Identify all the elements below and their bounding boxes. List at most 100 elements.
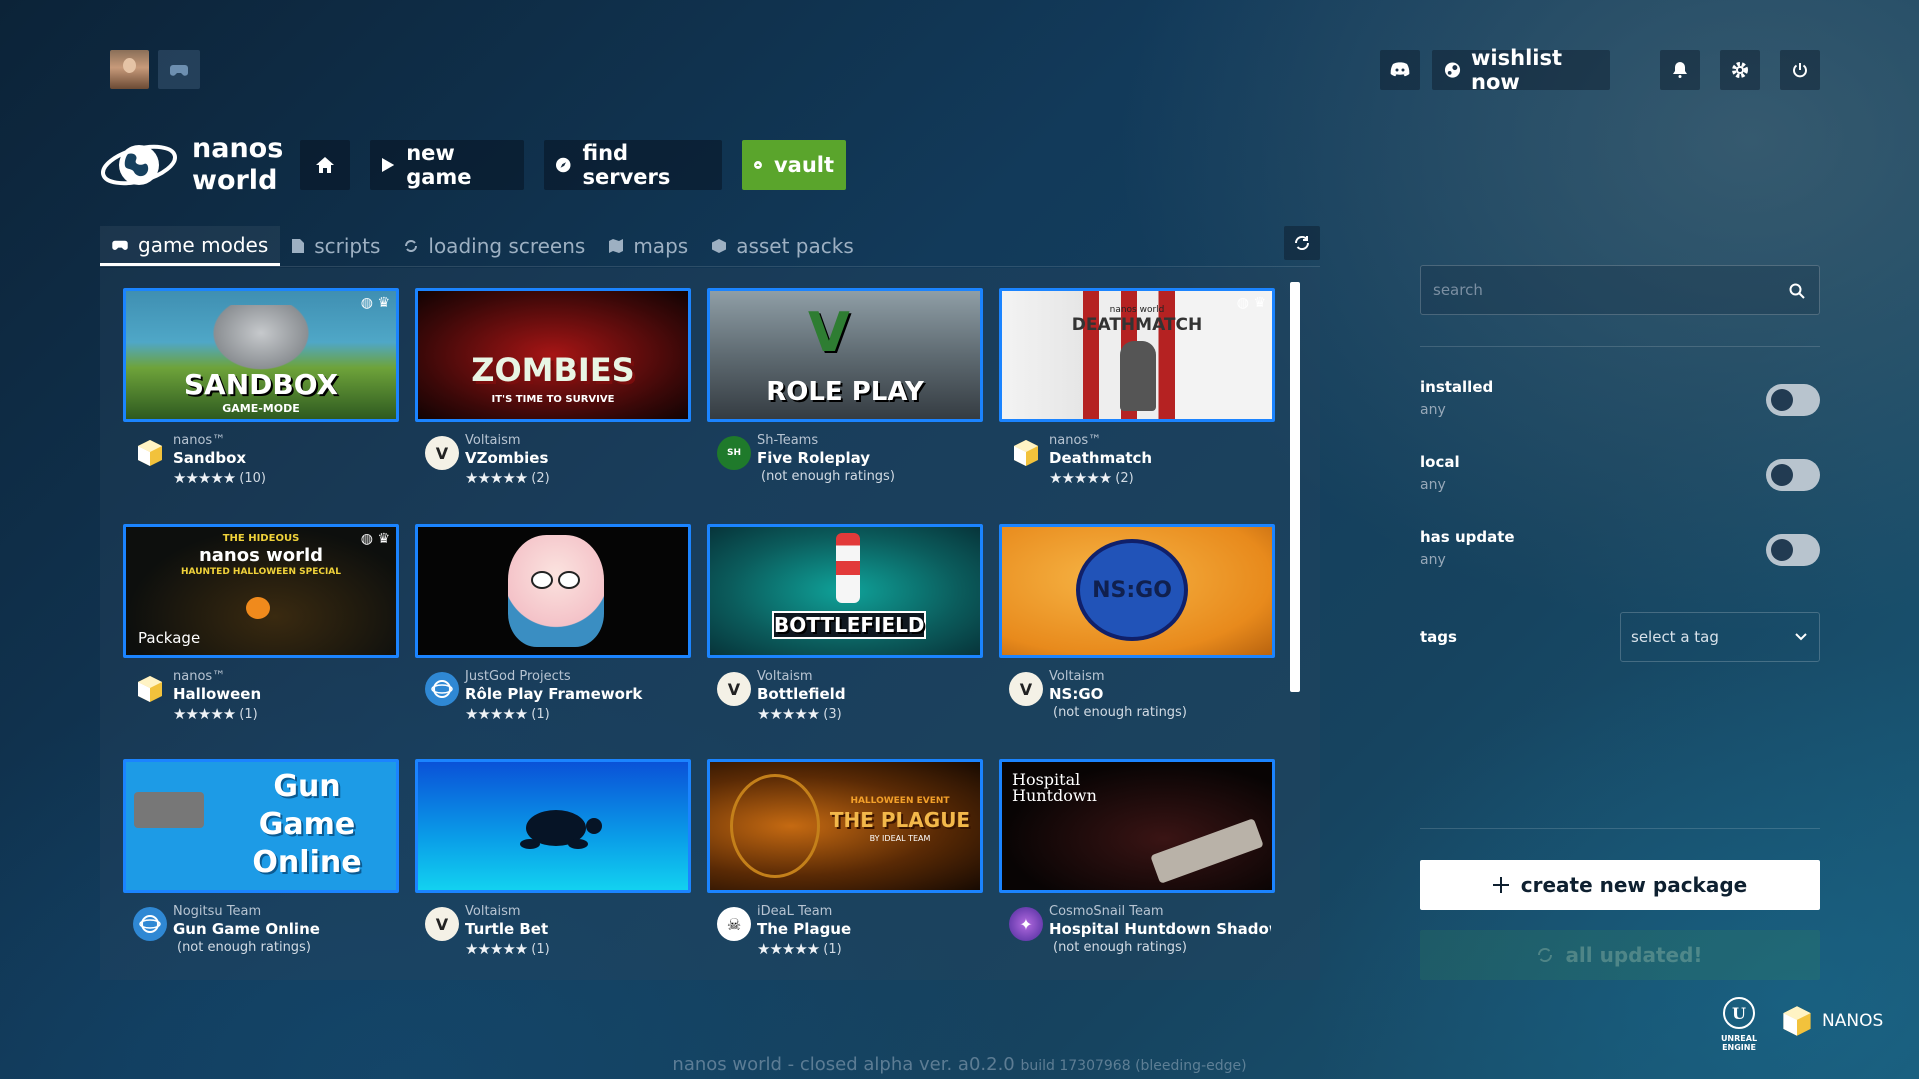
filter-installed-toggle[interactable]: [1766, 384, 1820, 416]
package-author: Voltaism: [1049, 669, 1105, 684]
rating-count: (1): [531, 706, 550, 722]
filter-has-update-toggle[interactable]: [1766, 534, 1820, 566]
globe-logo-icon: [101, 144, 177, 186]
package-rating: (not enough ratings): [757, 469, 895, 484]
tab-asset-packs[interactable]: asset packs: [700, 226, 866, 266]
sync-icon: [1538, 947, 1553, 963]
rating-count: (2): [531, 470, 550, 486]
thumb-title: Hospital Huntdown: [1012, 770, 1097, 805]
create-package-button[interactable]: create new package: [1420, 860, 1820, 910]
search-input[interactable]: [1431, 280, 1775, 300]
justgod-avatar-icon: [425, 672, 459, 706]
package-meta: V Voltaism NS:GO (not enough ratings): [999, 666, 1275, 726]
rating-stars: ★★★★★: [173, 705, 236, 723]
voltaism-avatar-icon: V: [425, 436, 459, 470]
rating-count: (10): [239, 470, 266, 486]
thumb-title: nanos world: [198, 545, 324, 566]
mirror-frame-figure: [730, 774, 820, 878]
package-thumbnail: ◍ ♛ nanos world DEATHMATCH: [999, 288, 1275, 422]
filter-local-value: any: [1420, 477, 1446, 493]
brand-line-2: world: [192, 165, 278, 196]
find-servers-label: find servers: [582, 141, 671, 189]
tab-label: maps: [633, 234, 689, 258]
tag-select[interactable]: select a tag: [1620, 612, 1820, 662]
new-game-label: new game: [406, 141, 472, 189]
all-updated-button[interactable]: all updated!: [1420, 930, 1820, 980]
package-author: nanos™: [173, 433, 226, 448]
thumb-subtitle: GAME-MODE: [222, 402, 300, 415]
filter-local-toggle[interactable]: [1766, 459, 1820, 491]
nanos-label: NANOS: [1822, 1011, 1884, 1031]
package-author: Voltaism: [465, 904, 521, 919]
vault-icon: [754, 161, 762, 169]
package-rating: (not enough ratings): [1049, 705, 1187, 720]
vault-button[interactable]: vault: [742, 140, 846, 190]
package-card[interactable]: ◍ ♛ SANDBOX GAME-MODE nanos™ Sandbox ★★★…: [123, 288, 399, 490]
thumb-small-text: HALLOWEEN EVENT: [850, 796, 950, 806]
package-author: iDeaL Team: [757, 904, 833, 919]
discord-icon: [1390, 62, 1410, 77]
search-icon[interactable]: [1789, 283, 1805, 299]
grid-scrollbar[interactable]: [1290, 282, 1300, 692]
package-card[interactable]: Hospital Huntdown ✦ CosmoSnail Team Hosp…: [999, 759, 1275, 961]
package-card[interactable]: JustGod Projects Rôle Play Framework ★★★…: [415, 524, 691, 726]
package-author: Sh-Teams: [757, 433, 819, 448]
notifications-button[interactable]: [1660, 50, 1700, 90]
user-avatar[interactable]: [110, 50, 149, 89]
find-servers-button[interactable]: find servers: [544, 140, 722, 190]
package-card[interactable]: Gun Game Online Nogitsu Team Gun Game On…: [123, 759, 399, 961]
new-game-button[interactable]: new game: [370, 140, 524, 190]
tab-game-modes[interactable]: game modes: [100, 226, 281, 266]
version-text: nanos world - closed alpha ver. a0.2.0: [672, 1054, 1015, 1075]
divider: [1420, 828, 1820, 829]
package-card[interactable]: V Voltaism Turtle Bet ★★★★★ (1): [415, 759, 691, 961]
package-meta: nanos™ Halloween ★★★★★ (1): [123, 666, 399, 726]
wishlist-button[interactable]: wishlist now: [1432, 46, 1610, 94]
controller-button[interactable]: [158, 50, 200, 89]
tab-loading-screens[interactable]: loading screens: [392, 226, 597, 266]
package-thumbnail: NS:GO: [999, 524, 1275, 658]
power-button[interactable]: [1780, 50, 1820, 90]
nanos-cube-icon: [1783, 1006, 1811, 1036]
package-name: VZombies: [465, 449, 549, 467]
package-rating: ★★★★★ (1): [173, 705, 258, 723]
package-name: Bottlefield: [757, 685, 846, 703]
thumb-package-text: Package: [138, 629, 201, 647]
package-name: Five Roleplay: [757, 449, 871, 467]
tab-maps[interactable]: maps: [597, 226, 700, 266]
package-rating: ★★★★★ (1): [465, 705, 550, 723]
package-card[interactable]: ◍ ♛ THE HIDEOUS nanos world HAUNTED HALL…: [123, 524, 399, 726]
package-name: Rôle Play Framework: [465, 685, 643, 703]
play-icon: [382, 158, 395, 172]
package-card[interactable]: NS:GO V Voltaism NS:GO (not enough ratin…: [999, 524, 1275, 726]
divider: [1420, 346, 1820, 347]
package-rating: ★★★★★ (3): [757, 705, 842, 723]
tab-label: scripts: [314, 234, 381, 258]
package-name: The Plague: [757, 920, 852, 938]
home-button[interactable]: [300, 140, 350, 190]
bell-icon: [1673, 62, 1687, 78]
filter-has-update-label: has update: [1420, 528, 1515, 546]
package-thumbnail: [415, 524, 691, 658]
thumb-subtitle: IT'S TIME TO SURVIVE: [491, 394, 615, 405]
package-thumbnail: Hospital Huntdown: [999, 759, 1275, 893]
rating-stars: ★★★★★: [465, 469, 528, 487]
package-card[interactable]: BOTTLEFIELD V Voltaism Bottlefield ★★★★★…: [707, 524, 983, 726]
badges: ◍ ♛: [361, 295, 390, 311]
thumb-title: THE PLAGUE: [829, 808, 971, 832]
package-thumbnail: ◍ ♛ SANDBOX GAME-MODE: [123, 288, 399, 422]
refresh-button[interactable]: [1284, 226, 1320, 260]
package-meta: V Voltaism Bottlefield ★★★★★ (3): [707, 666, 983, 726]
discord-button[interactable]: [1380, 50, 1420, 90]
tab-scripts[interactable]: scripts: [280, 226, 392, 266]
package-card[interactable]: V ROLE PLAY SH Sh-Teams Five Roleplay (n…: [707, 288, 983, 490]
package-name: NS:GO: [1049, 685, 1104, 703]
package-rating: ★★★★★ (1): [465, 940, 550, 958]
package-author: Nogitsu Team: [173, 904, 262, 919]
package-card[interactable]: ◍ ♛ nanos world DEATHMATCH nanos™ Deathm…: [999, 288, 1275, 490]
package-card[interactable]: HALLOWEEN EVENT THE PLAGUE BY IDEAL TEAM…: [707, 759, 983, 961]
settings-button[interactable]: [1720, 50, 1760, 90]
gear-icon: [1732, 62, 1748, 78]
thumb-title: SANDBOX: [183, 368, 339, 401]
package-card[interactable]: ZOMBIES IT'S TIME TO SURVIVE V Voltaism …: [415, 288, 691, 490]
